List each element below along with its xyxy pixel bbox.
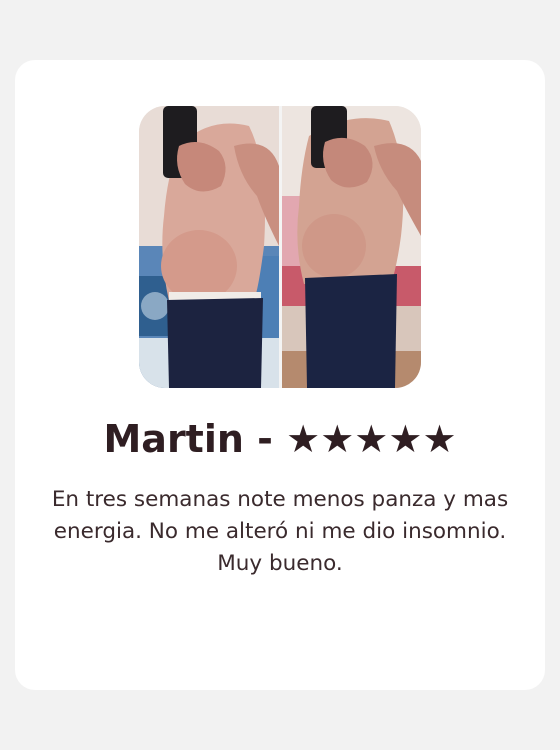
reviewer-name: Martin -: [103, 417, 273, 461]
before-after-photo: [139, 106, 421, 388]
after-photo: [282, 106, 421, 388]
star-rating: ★★★★★: [286, 417, 457, 461]
review-text: En tres semanas note menos panza y mas e…: [51, 487, 509, 576]
review-card: Martin - ★★★★★ En tres semanas note meno…: [15, 60, 545, 690]
reviewer-heading: Martin - ★★★★★: [15, 411, 545, 467]
before-photo: [139, 106, 279, 388]
